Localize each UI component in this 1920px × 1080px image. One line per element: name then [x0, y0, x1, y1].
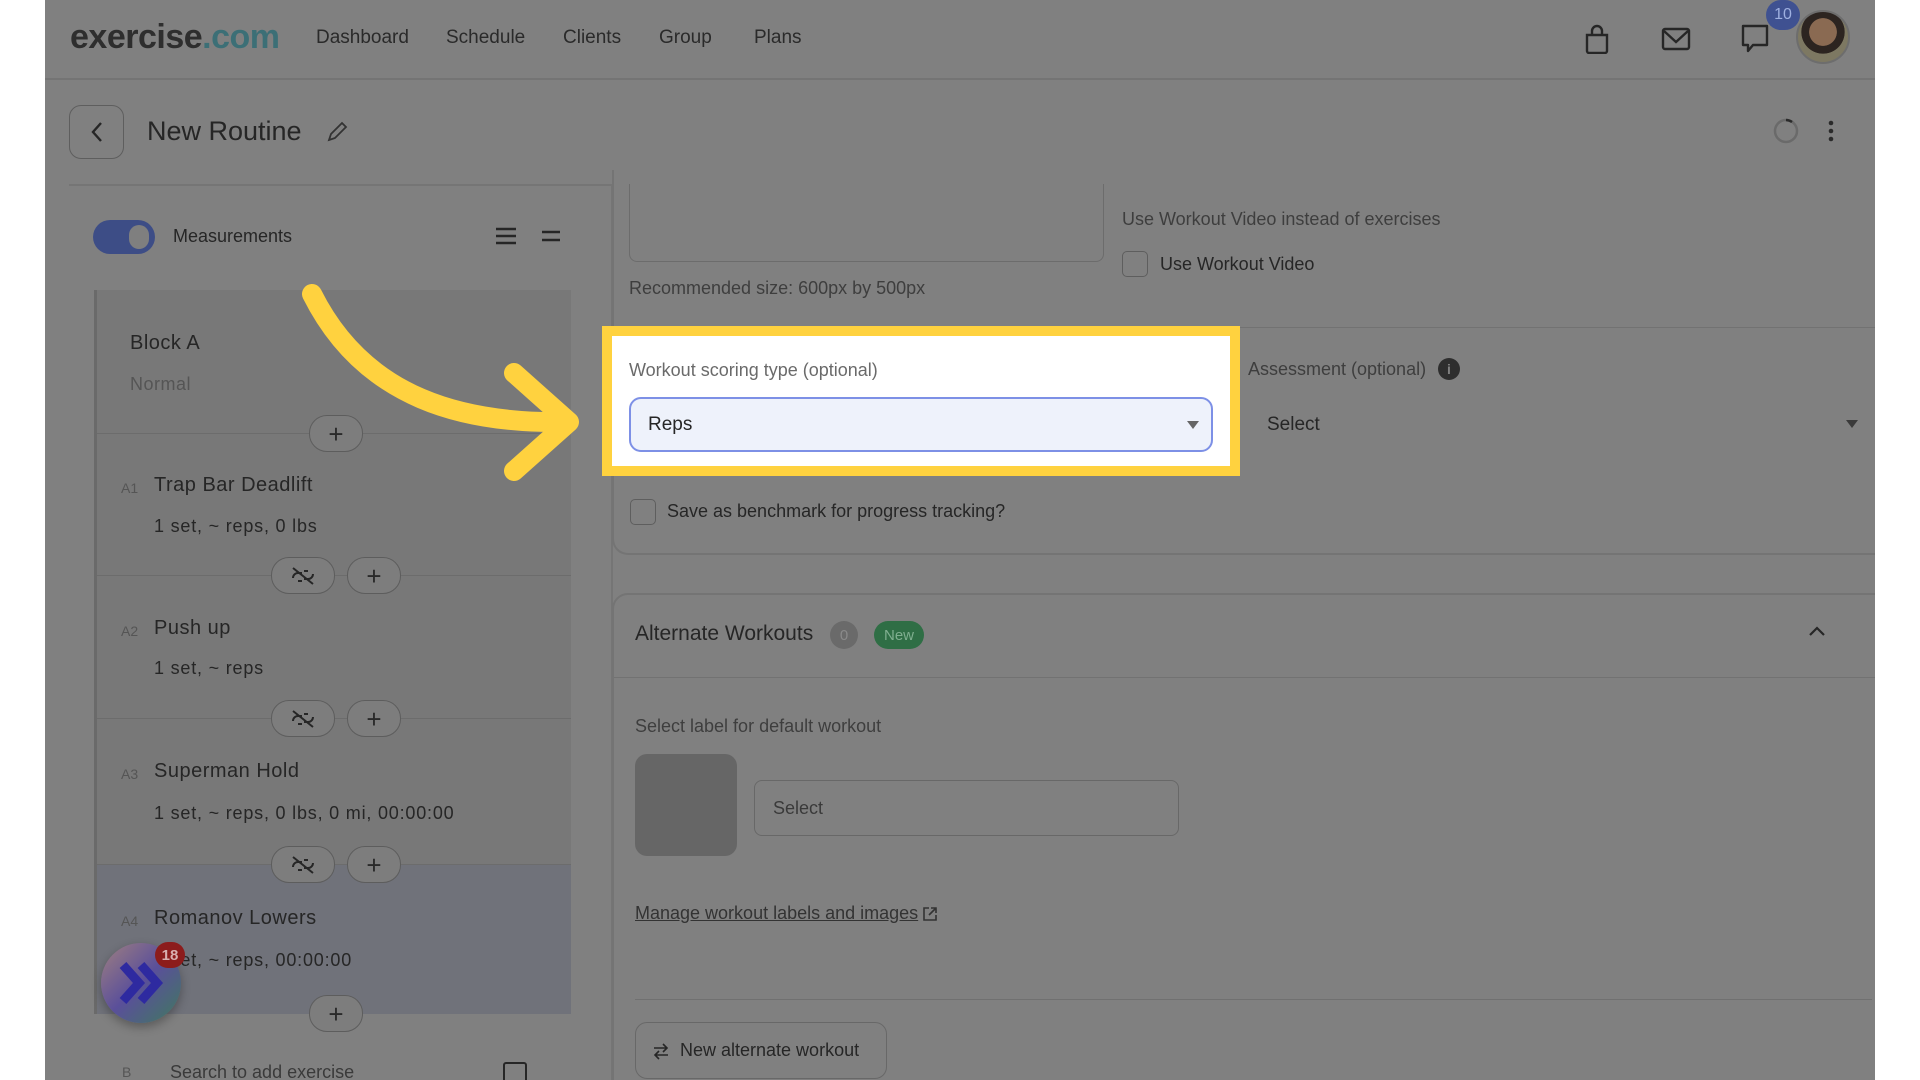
notification-badge: 18	[155, 942, 185, 968]
exercise-index: A3	[121, 766, 139, 782]
more-options-icon[interactable]	[1825, 118, 1837, 149]
add-exercise-button[interactable]: +	[309, 415, 363, 452]
unlink-icon	[292, 709, 314, 728]
avatar[interactable]	[1796, 10, 1850, 64]
measurements-toggle[interactable]	[93, 220, 155, 254]
compact-view-icon[interactable]	[541, 228, 561, 249]
block-title[interactable]: Block A	[130, 332, 200, 355]
assessment-select-value: Select	[1267, 414, 1320, 435]
plus-icon: +	[366, 849, 382, 880]
label-select-placeholder: Select	[773, 798, 824, 818]
assessment-label: Assessment (optional)	[1248, 359, 1427, 379]
exercise-detail: 1 set, ~ reps, 0 lbs, 0 mi, 00:00:00	[154, 803, 455, 823]
video-section-label: Use Workout Video instead of exercises	[1122, 209, 1441, 229]
exercise-detail: 1 set, ~ reps, 0 lbs	[154, 516, 318, 536]
add-exercise-button[interactable]: +	[309, 995, 363, 1032]
use-workout-video-label: Use Workout Video	[1160, 254, 1315, 274]
alternate-count-badge: 0	[830, 621, 858, 649]
measurements-label: Measurements	[173, 226, 293, 246]
unlink-icon	[292, 855, 314, 874]
benchmark-label: Save as benchmark for progress tracking?	[667, 501, 1006, 521]
scoring-type-select[interactable]: Reps	[629, 397, 1213, 452]
exercise-index: A4	[121, 913, 139, 929]
block-list: Block A Normal + A1 Trap Bar Deadlift 1 …	[94, 290, 571, 1032]
exercise-name[interactable]: Push up	[154, 617, 231, 640]
nav-plans[interactable]: Plans	[754, 27, 802, 49]
info-icon[interactable]: i	[1438, 358, 1460, 380]
new-badge: New	[874, 621, 925, 649]
plus-icon: +	[366, 703, 382, 734]
unlink-superset-button[interactable]	[271, 846, 335, 883]
mail-icon[interactable]	[1659, 22, 1693, 56]
caret-down-icon	[1846, 420, 1858, 428]
nav-clients[interactable]: Clients	[563, 27, 621, 49]
pencil-icon	[327, 121, 348, 142]
manage-labels-link[interactable]: Manage workout labels and images	[635, 903, 938, 924]
label-heading: Select label for default workout	[635, 716, 882, 736]
logo-tld: .com	[202, 18, 280, 56]
edit-title-button[interactable]	[325, 120, 349, 149]
nav-schedule[interactable]: Schedule	[446, 27, 525, 49]
scoring-type-value: Reps	[648, 414, 693, 435]
exercise-name[interactable]: Superman Hold	[154, 760, 299, 783]
manage-labels-link-text: Manage workout labels and images	[635, 903, 919, 923]
add-exercise-button[interactable]: +	[347, 846, 401, 883]
assessment-select[interactable]: Select	[1245, 397, 1870, 452]
logo[interactable]: exercise.com	[70, 18, 280, 57]
alternate-workouts-title: Alternate Workouts	[635, 622, 814, 645]
alternate-workouts-card	[612, 593, 1875, 1080]
benchmark-checkbox[interactable]	[630, 499, 656, 525]
next-block-index: B	[122, 1064, 132, 1080]
plus-icon: +	[328, 418, 344, 449]
logo-text: exercise	[70, 18, 203, 56]
unlink-icon	[292, 566, 314, 585]
back-button[interactable]	[69, 105, 124, 159]
unlink-superset-button[interactable]	[271, 700, 335, 737]
exercise-library-icon[interactable]	[503, 1062, 527, 1080]
app-window: exercise.com Dashboard Schedule Clients …	[45, 0, 1875, 1080]
new-alternate-workout-button[interactable]: New alternate workout	[635, 1022, 887, 1079]
label-select[interactable]: Select	[754, 780, 1179, 836]
loading-spinner-icon	[1772, 117, 1800, 150]
plus-icon: +	[366, 560, 382, 591]
add-exercise-button[interactable]: +	[347, 557, 401, 594]
top-nav: exercise.com Dashboard Schedule Clients …	[45, 0, 1875, 80]
nav-group[interactable]: Group	[659, 27, 712, 49]
swap-arrows-icon	[653, 1042, 669, 1060]
exercise-index: A1	[121, 480, 139, 496]
image-size-hint: Recommended size: 600px by 500px	[629, 278, 926, 298]
nav-dashboard[interactable]: Dashboard	[316, 27, 409, 49]
search-exercise-input[interactable]: Search to add exercise	[170, 1062, 354, 1080]
highlighted-scoring-field: Workout scoring type (optional) Reps	[602, 326, 1240, 476]
image-upload-box[interactable]	[629, 184, 1104, 262]
scoring-type-label: Workout scoring type (optional)	[629, 360, 878, 380]
caret-down-icon	[1187, 421, 1199, 429]
exercise-index: A2	[121, 623, 139, 639]
label-image-placeholder[interactable]	[635, 754, 737, 856]
block-type: Normal	[130, 374, 192, 394]
exercise-name[interactable]: Trap Bar Deadlift	[154, 474, 313, 497]
use-workout-video-checkbox[interactable]	[1122, 251, 1148, 277]
page-title: New Routine	[147, 116, 302, 146]
shopping-bag-icon[interactable]	[1580, 22, 1614, 56]
add-exercise-button[interactable]: +	[347, 700, 401, 737]
list-view-icon[interactable]	[495, 226, 517, 251]
collapse-chevron-up-icon[interactable]	[1808, 624, 1826, 642]
new-alternate-workout-label: New alternate workout	[680, 1040, 860, 1060]
exercise-name[interactable]: Romanov Lowers	[154, 907, 317, 930]
external-link-icon	[923, 906, 937, 921]
chevron-left-icon	[90, 122, 102, 142]
exercise-detail: 1 set, ~ reps	[154, 658, 264, 678]
unlink-superset-button[interactable]	[271, 557, 335, 594]
chat-icon[interactable]	[1738, 22, 1772, 56]
plus-icon: +	[328, 998, 344, 1029]
chat-badge: 10	[1766, 0, 1800, 30]
